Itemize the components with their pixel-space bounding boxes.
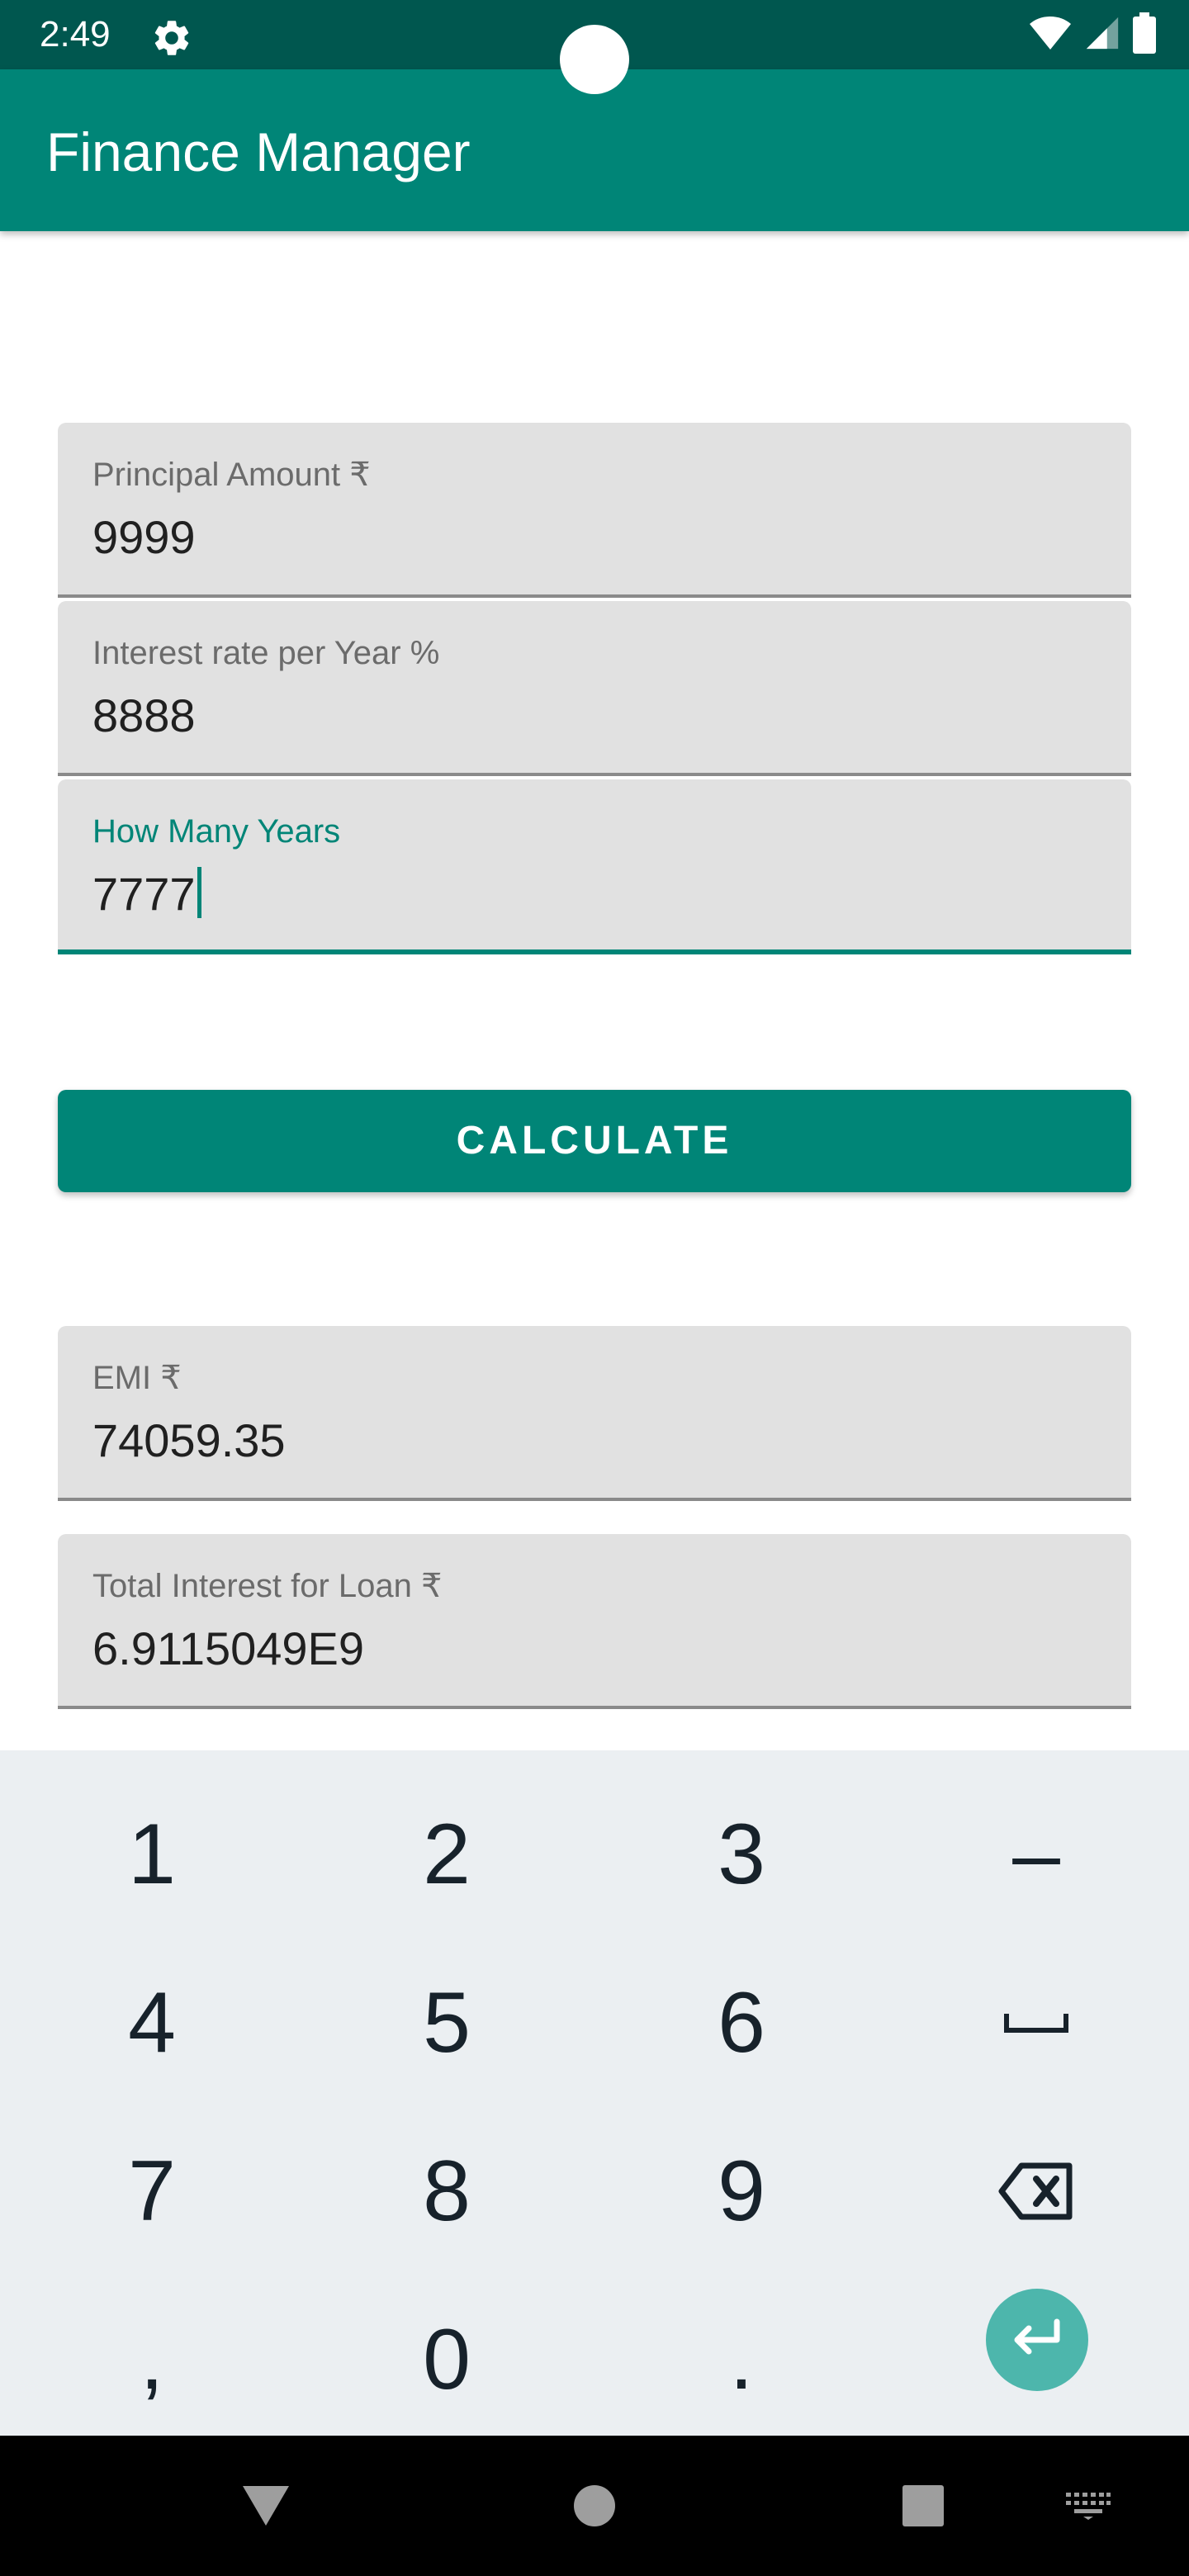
recents-icon[interactable] (882, 2465, 964, 2547)
emi-label: EMI ₹ (92, 1360, 182, 1396)
total-interest-label: Total Interest for Loan ₹ (92, 1568, 443, 1604)
principal-amount-label: Principal Amount ₹ (92, 457, 371, 493)
total-interest-value[interactable]: 6.9115049E9 (92, 1620, 364, 1678)
key-9[interactable]: 9 (659, 2117, 824, 2266)
interest-rate-input[interactable]: 8888 (92, 687, 196, 745)
years-label: How Many Years (92, 813, 341, 850)
total-interest-field[interactable]: Total Interest for Loan ₹ 6.9115049E9 (58, 1534, 1131, 1709)
keyboard-switch-icon[interactable] (1055, 2477, 1121, 2535)
key-comma[interactable]: , (69, 2285, 234, 2434)
key-7[interactable]: 7 (69, 2117, 234, 2266)
key-8[interactable]: 8 (364, 2117, 529, 2266)
interest-rate-field[interactable]: Interest rate per Year % 8888 (58, 601, 1131, 776)
navigation-bar (0, 2436, 1189, 2576)
wifi-icon (1029, 15, 1072, 55)
key-0[interactable]: 0 (364, 2285, 529, 2434)
key-2[interactable]: 2 (364, 1780, 529, 1929)
key-4[interactable]: 4 (69, 1949, 234, 2097)
emi-value[interactable]: 74059.35 (92, 1412, 286, 1470)
camera-cutout (560, 25, 629, 94)
backspace-icon[interactable] (954, 2117, 1119, 2266)
status-icons (1029, 12, 1156, 58)
years-value: 7777 (92, 868, 196, 920)
enter-key[interactable] (986, 2289, 1088, 2391)
key-3[interactable]: 3 (659, 1780, 824, 1929)
key-1[interactable]: 1 (69, 1780, 234, 1929)
battery-icon (1133, 12, 1156, 58)
key-minus[interactable]: – (954, 1780, 1119, 1929)
emi-field[interactable]: EMI ₹ 74059.35 (58, 1326, 1131, 1501)
interest-rate-label: Interest rate per Year % (92, 635, 440, 671)
key-5[interactable]: 5 (364, 1949, 529, 2097)
space-icon[interactable] (954, 1949, 1119, 2097)
key-period[interactable]: . (659, 2285, 824, 2434)
app-title: Finance Manager (46, 121, 471, 182)
numeric-keyboard: 1 2 3 – 4 5 6 7 8 9 , 0 . (0, 1750, 1189, 2436)
years-field[interactable]: How Many Years 7777 (58, 779, 1131, 954)
calculate-button[interactable]: CALCULATE (58, 1090, 1131, 1192)
text-cursor (197, 867, 201, 918)
key-6[interactable]: 6 (659, 1949, 824, 2097)
enter-icon (1011, 2318, 1063, 2362)
years-input[interactable]: 7777 (92, 865, 201, 923)
cell-signal-icon (1083, 14, 1121, 56)
principal-amount-input[interactable]: 9999 (92, 509, 196, 566)
status-time: 2:49 (40, 14, 111, 54)
principal-amount-field[interactable]: Principal Amount ₹ 9999 (58, 423, 1131, 598)
back-icon[interactable] (225, 2477, 307, 2535)
home-icon[interactable] (553, 2465, 636, 2547)
settings-gear-icon (150, 17, 193, 59)
